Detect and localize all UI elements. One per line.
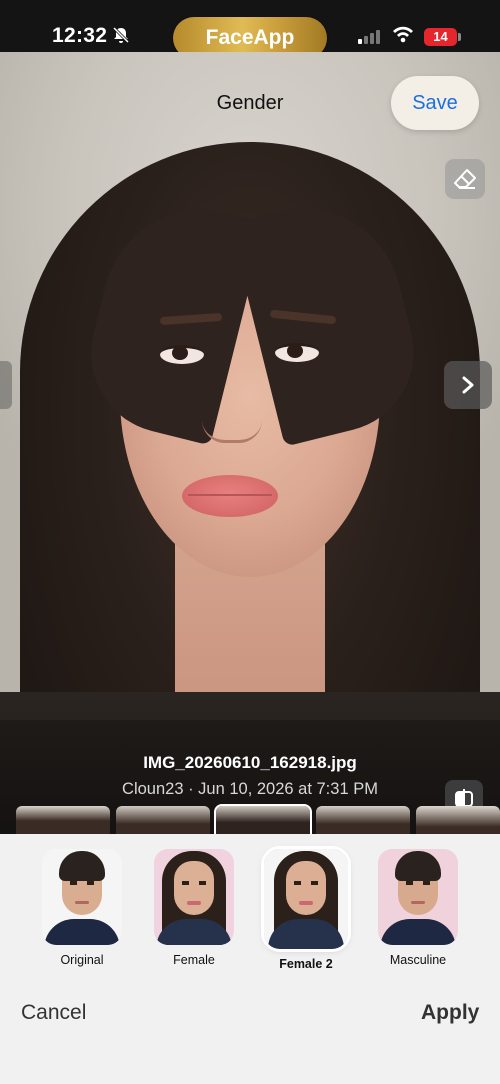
gallery-thumbnail-current[interactable] <box>214 804 312 838</box>
photo-preview <box>0 52 500 832</box>
option-thumbnail <box>378 849 458 945</box>
gallery-thumbnail[interactable] <box>116 806 210 836</box>
status-time: 12:32 <box>52 24 108 47</box>
photo-meta: Cloun23 · Jun 10, 2026 at 7:31 PM <box>122 780 378 798</box>
photo-lips <box>182 475 278 517</box>
option-thumbnail <box>154 849 234 945</box>
photo-filename: IMG_20260610_162918.jpg <box>143 753 357 772</box>
option-label: Female 2 <box>279 957 333 971</box>
wifi-icon <box>392 25 414 48</box>
option-thumbnail <box>42 849 122 945</box>
cancel-button[interactable]: Cancel <box>21 1001 86 1025</box>
status-bar: 12:32 FaceApp 14 <box>0 0 500 59</box>
option-label: Masculine <box>389 953 447 967</box>
save-button[interactable]: Save <box>391 76 479 130</box>
gallery-thumbnail[interactable] <box>316 806 410 836</box>
eraser-icon <box>454 169 476 189</box>
eraser-button[interactable] <box>445 159 485 199</box>
battery-tip <box>458 33 461 41</box>
option-label: Original <box>60 953 104 967</box>
next-photo-button[interactable] <box>444 361 492 409</box>
option-original[interactable]: Original <box>40 849 124 967</box>
gallery-thumbnail[interactable] <box>16 806 110 836</box>
photo-iris-right <box>287 344 303 358</box>
battery-indicator: 14 <box>424 28 457 46</box>
option-thumbnail-selected <box>261 846 351 952</box>
option-masculine[interactable]: Masculine <box>376 849 460 967</box>
previous-photo-button[interactable] <box>0 361 12 409</box>
gallery-thumbnail[interactable] <box>416 806 500 836</box>
option-female[interactable]: Female <box>152 849 236 967</box>
chevron-right-icon <box>462 376 474 394</box>
option-female-2[interactable]: Female 2 <box>261 846 351 971</box>
apply-button[interactable]: Apply <box>421 1001 479 1025</box>
cellular-signal-icon <box>358 28 382 49</box>
silent-bell-icon <box>112 26 130 49</box>
photo-iris-left <box>172 346 188 360</box>
option-label: Female <box>173 953 215 967</box>
photo-lip-line <box>188 494 272 496</box>
battery-level: 14 <box>433 29 448 44</box>
